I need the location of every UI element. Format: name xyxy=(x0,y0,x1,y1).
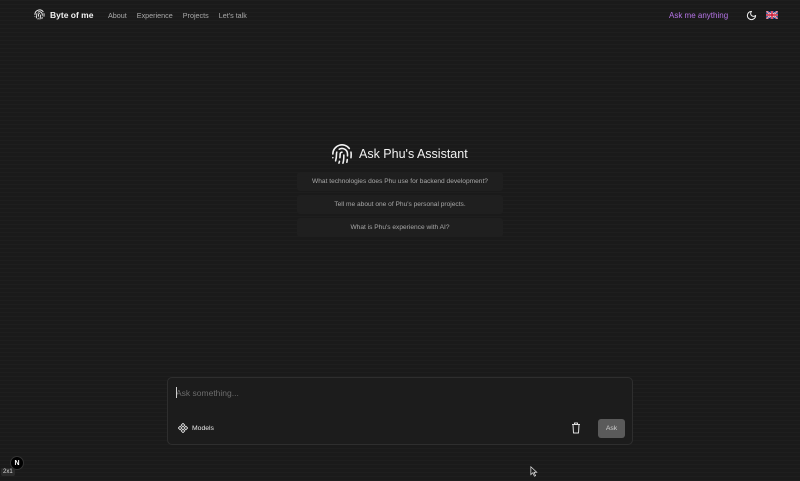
suggestion-ai-experience[interactable]: What is Phu's experience with AI? xyxy=(297,218,503,237)
zoom-indicator: 2x1 xyxy=(1,468,15,476)
trash-icon[interactable] xyxy=(571,422,581,434)
nav-link-experience[interactable]: Experience xyxy=(137,11,173,20)
ask-me-anything-link[interactable]: Ask me anything xyxy=(669,11,728,20)
mouse-cursor-icon xyxy=(530,466,538,477)
ask-button[interactable]: Ask xyxy=(598,419,625,438)
text-caret xyxy=(176,387,177,398)
page-title: Ask Phu's Assistant xyxy=(359,147,468,161)
main-nav: About Experience Projects Let's talk xyxy=(108,11,247,20)
brand-link[interactable]: Byte of me xyxy=(34,9,93,20)
models-button[interactable]: Models xyxy=(178,423,214,433)
question-input[interactable] xyxy=(176,386,616,400)
brand-name: Byte of me xyxy=(50,9,94,20)
chat-composer: Models Ask xyxy=(167,377,633,445)
nav-link-projects[interactable]: Projects xyxy=(183,11,209,20)
nav-link-lets-talk[interactable]: Let's talk xyxy=(219,11,247,20)
assistant-heading: Ask Phu's Assistant xyxy=(331,143,468,165)
models-label: Models xyxy=(192,424,214,432)
fingerprint-icon xyxy=(34,9,45,20)
top-navbar: Byte of me About Experience Projects Let… xyxy=(0,0,800,30)
suggestion-personal-projects[interactable]: Tell me about one of Phu's personal proj… xyxy=(297,195,503,214)
models-icon xyxy=(178,423,188,433)
uk-flag-icon[interactable] xyxy=(766,11,778,19)
moon-icon[interactable] xyxy=(746,10,757,21)
fingerprint-icon xyxy=(332,144,352,164)
nav-link-about[interactable]: About xyxy=(108,11,127,20)
suggestion-backend-tech[interactable]: What technologies does Phu use for backe… xyxy=(297,172,503,191)
